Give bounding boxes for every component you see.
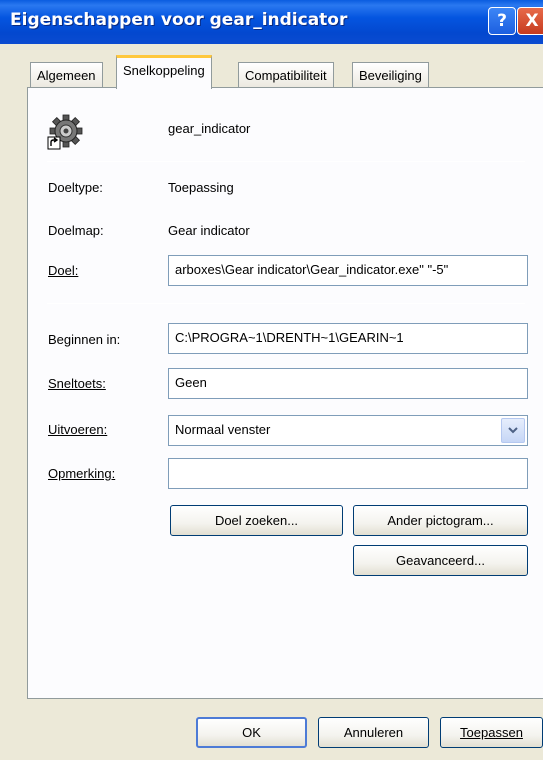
- comment-label: Opmerking:: [48, 466, 116, 481]
- shortcut-name: gear_indicator: [168, 121, 251, 136]
- window-title: Eigenschappen voor gear_indicator: [10, 10, 348, 30]
- find-target-button[interactable]: Doel zoeken...: [170, 505, 343, 536]
- gear-shortcut-icon: [47, 113, 85, 151]
- separator: [47, 303, 525, 304]
- comment-field[interactable]: [168, 458, 528, 489]
- target-type-label: Doeltype:: [48, 180, 103, 195]
- change-icon-button[interactable]: Ander pictogram...: [353, 505, 528, 536]
- close-icon: X: [525, 11, 539, 31]
- title-bar[interactable]: Eigenschappen voor gear_indicator ? X: [0, 0, 543, 44]
- start-in-label: Beginnen in:: [48, 332, 121, 347]
- run-label: Uitvoeren:: [48, 422, 108, 437]
- tab-snelkoppeling[interactable]: Snelkoppeling: [116, 55, 212, 89]
- target-folder-value: Gear indicator: [168, 223, 250, 238]
- shortcut-key-label: Sneltoets:: [48, 376, 106, 391]
- tab-compatibiliteit[interactable]: Compatibiliteit: [238, 62, 334, 87]
- target-field[interactable]: arboxes\Gear indicator\Gear_indicator.ex…: [168, 255, 528, 286]
- target-type-value: Toepassing: [168, 180, 234, 195]
- tab-beveiliging[interactable]: Beveiliging: [352, 62, 429, 87]
- run-select[interactable]: Normaal venster: [168, 415, 528, 446]
- start-in-field[interactable]: C:\PROGRA~1\DRENTH~1\GEARIN~1: [168, 323, 528, 354]
- separator: [47, 161, 525, 162]
- tab-algemeen[interactable]: Algemeen: [30, 62, 103, 87]
- shortcut-key-field[interactable]: Geen: [168, 368, 528, 399]
- close-button[interactable]: X: [517, 7, 543, 35]
- ok-button[interactable]: OK: [196, 717, 307, 748]
- target-folder-label: Doelmap:: [48, 223, 104, 238]
- help-icon: ?: [497, 11, 507, 31]
- cancel-button[interactable]: Annuleren: [318, 717, 429, 748]
- chevron-down-icon[interactable]: [501, 418, 525, 443]
- apply-button[interactable]: Toepassen: [440, 717, 543, 748]
- run-select-value: Normaal venster: [175, 422, 271, 437]
- advanced-button[interactable]: Geavanceerd...: [353, 545, 528, 576]
- target-label: Doel:: [48, 263, 79, 278]
- help-button[interactable]: ?: [488, 7, 516, 35]
